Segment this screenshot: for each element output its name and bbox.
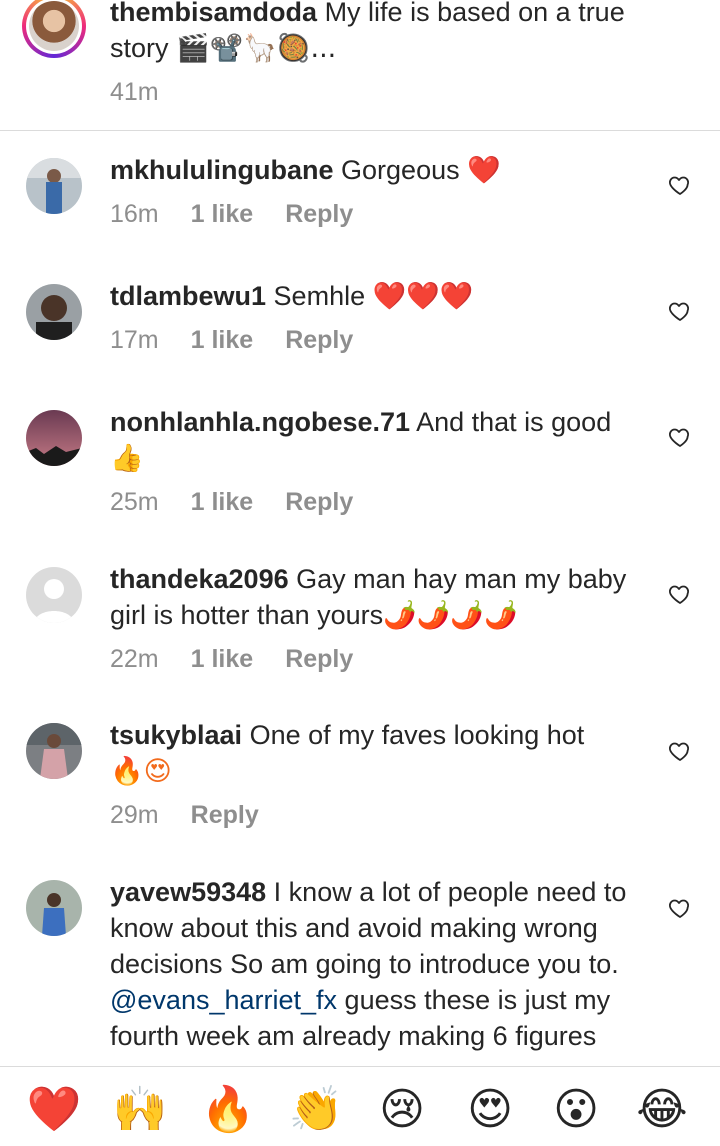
comment-body-line1: I know a lot of people need to bbox=[273, 877, 627, 907]
comment-username[interactable]: mkhululingubane bbox=[110, 155, 334, 185]
comment-text: mkhululingubane Gorgeous ❤️ bbox=[110, 152, 501, 189]
heart-eyes-emoji-icon[interactable]: 😍 bbox=[462, 1081, 518, 1137]
comment-text: tsukyblaai One of my faves looking hot 🔥… bbox=[110, 717, 650, 790]
comment-time: 17m bbox=[110, 326, 159, 354]
comment-meta: 29m Reply bbox=[110, 801, 259, 830]
comment-username[interactable]: tsukyblaai bbox=[110, 720, 242, 750]
comment-username[interactable]: thandeka2096 bbox=[110, 564, 289, 594]
like-heart-icon[interactable] bbox=[668, 896, 692, 920]
comment-body-line4: guess these is just my bbox=[344, 985, 611, 1015]
comment-emojis: 🔥😍 bbox=[110, 756, 172, 787]
avatar[interactable] bbox=[26, 158, 82, 214]
comment-text: thandeka2096 Gay man hay man my baby gir… bbox=[110, 561, 650, 634]
comment-meta: 22m 1 like Reply bbox=[110, 645, 353, 674]
comment-text: tdlambewu1 Semhle ❤️❤️❤️ bbox=[110, 278, 473, 315]
comment-username[interactable]: tdlambewu1 bbox=[110, 281, 266, 311]
like-heart-icon[interactable] bbox=[668, 299, 692, 323]
comment-body-line2: know about this and avoid making wrong bbox=[110, 913, 598, 943]
comment-username[interactable]: nonhlanhla.ngobese.71 bbox=[110, 407, 410, 437]
like-heart-icon[interactable] bbox=[668, 582, 692, 606]
comment-emojis: 👍 bbox=[110, 443, 144, 474]
avatar[interactable] bbox=[26, 880, 82, 936]
comment-body-line3: decisions So am going to introduce you t… bbox=[110, 949, 619, 979]
comment-username[interactable]: yavew59348 bbox=[110, 877, 266, 907]
caption-divider bbox=[0, 130, 720, 131]
comment-body: Gay man hay man my baby bbox=[296, 564, 627, 594]
heart-emoji-icon[interactable]: ❤️ bbox=[26, 1081, 82, 1137]
comment-text: yavew59348 I know a lot of people need t… bbox=[110, 874, 660, 1054]
comment-likes[interactable]: 1 like bbox=[191, 488, 254, 517]
avatar[interactable] bbox=[26, 284, 82, 340]
caption-body-line2: story bbox=[110, 33, 169, 63]
comment-emojis: ❤️ bbox=[467, 155, 501, 186]
comment-likes[interactable]: 1 like bbox=[191, 200, 254, 229]
laughing-emoji-icon[interactable]: 😂 bbox=[634, 1081, 690, 1137]
comment-likes[interactable]: 1 like bbox=[191, 645, 254, 674]
avatar[interactable] bbox=[26, 723, 82, 779]
avatar[interactable] bbox=[26, 410, 82, 466]
comment-text: nonhlanhla.ngobese.71 And that is good 👍 bbox=[110, 404, 650, 477]
comment-body: Gorgeous bbox=[341, 155, 460, 185]
comment-body-line5: fourth week am already making 6 figures bbox=[110, 1021, 597, 1051]
post-caption: thembisamdoda My life is based on a true… bbox=[0, 0, 720, 130]
crying-face-emoji-icon[interactable]: 😢 bbox=[374, 1081, 430, 1137]
comment-body: Semhle bbox=[273, 281, 366, 311]
comment-time: 16m bbox=[110, 200, 159, 228]
clapping-hands-emoji-icon[interactable]: 👏 bbox=[288, 1081, 344, 1137]
caption-avatar[interactable] bbox=[22, 0, 86, 58]
like-heart-icon[interactable] bbox=[668, 173, 692, 197]
reply-button[interactable]: Reply bbox=[191, 801, 259, 830]
caption-emojis: 🎬📽️🦙🥘... bbox=[176, 33, 337, 64]
caption-username[interactable]: thembisamdoda bbox=[110, 0, 317, 27]
avatar[interactable] bbox=[26, 567, 82, 623]
comment-body: And that is good bbox=[416, 407, 612, 437]
like-heart-icon[interactable] bbox=[668, 425, 692, 449]
reply-button[interactable]: Reply bbox=[285, 488, 353, 517]
comment-emojis: 🌶️🌶️🌶️🌶️ bbox=[383, 600, 518, 631]
mention-link[interactable]: @evans_harriet_fx bbox=[110, 985, 337, 1015]
comment-meta: 25m 1 like Reply bbox=[110, 488, 353, 517]
raised-hands-emoji-icon[interactable]: 🙌 bbox=[112, 1081, 168, 1137]
comment-body: One of my faves looking hot bbox=[249, 720, 585, 750]
comment-meta: 16m 1 like Reply bbox=[110, 200, 353, 229]
surprised-face-emoji-icon[interactable]: 😮 bbox=[548, 1081, 604, 1137]
comment-likes[interactable]: 1 like bbox=[191, 326, 254, 355]
caption-time: 41m bbox=[110, 78, 159, 106]
fire-emoji-icon[interactable]: 🔥 bbox=[200, 1081, 256, 1137]
caption-text: thembisamdoda My life is based on a true… bbox=[110, 0, 690, 67]
like-heart-icon[interactable] bbox=[668, 739, 692, 763]
reply-button[interactable]: Reply bbox=[285, 200, 353, 229]
comment-time: 25m bbox=[110, 488, 159, 516]
caption-body-line1: My life is based on a true bbox=[324, 0, 625, 27]
emoji-reaction-bar: ❤️ 🙌 🔥 👏 😢 😍 😮 😂 bbox=[0, 1066, 720, 1146]
caption-meta: 41m bbox=[110, 78, 159, 107]
comment-emojis: ❤️❤️❤️ bbox=[372, 281, 474, 312]
comment-time: 22m bbox=[110, 645, 159, 673]
reply-button[interactable]: Reply bbox=[285, 645, 353, 674]
comment-time: 29m bbox=[110, 801, 159, 829]
comment-body-2: girl is hotter than yours bbox=[110, 600, 384, 630]
comment-meta: 17m 1 like Reply bbox=[110, 326, 353, 355]
reply-button[interactable]: Reply bbox=[285, 326, 353, 355]
